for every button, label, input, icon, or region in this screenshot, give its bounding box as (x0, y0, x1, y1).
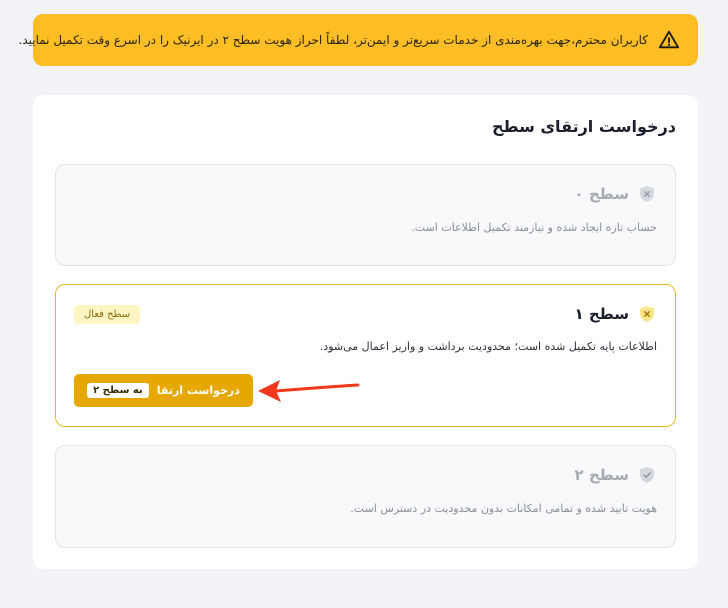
level-0-card: سطح ۰ حساب تازه ایجاد شده و نیازمند تکمی… (55, 164, 676, 266)
warning-triangle-icon (658, 30, 680, 49)
upgrade-target-chip: به سطح ۲ (87, 383, 149, 398)
level-2-description: هویت تایید شده و تمامی امکانات بدون محدو… (350, 502, 657, 515)
level-2-card: سطح ۲ هویت تایید شده و تمامی امکانات بدو… (55, 445, 676, 548)
shield-x-icon (640, 306, 654, 322)
shield-x-icon (640, 186, 654, 202)
alert-text: کاربران محترم،جهت بهره‌مندی از خدمات سری… (18, 33, 649, 47)
verification-alert: کاربران محترم،جهت بهره‌مندی از خدمات سری… (19, 14, 698, 66)
level-1-name: سطح ۱ (574, 305, 629, 323)
level-1-card: سطح ۱ سطح فعال اطلاعات پایه تکمیل شده اس… (55, 284, 676, 427)
upgrade-request-button[interactable]: درخواست ارتقا به سطح ۲ (74, 374, 253, 407)
shield-check-icon (640, 467, 654, 483)
upgrade-button-label: درخواست ارتقا (156, 384, 240, 397)
panel-title: درخواست ارتقای سطح (491, 117, 676, 136)
level-2-name: سطح ۲ (574, 466, 629, 484)
level-upgrade-panel: درخواست ارتقای سطح سطح ۰ حساب تازه ایجاد… (33, 95, 698, 569)
active-level-badge: سطح فعال (74, 305, 141, 324)
level-1-description: اطلاعات پایه تکمیل شده است؛ محدودیت بردا… (319, 340, 657, 353)
level-0-description: حساب تازه ایجاد شده و نیازمند تکمیل اطلا… (411, 221, 657, 234)
pointer-arrow-icon (258, 380, 360, 402)
level-0-name: سطح ۰ (574, 185, 629, 203)
